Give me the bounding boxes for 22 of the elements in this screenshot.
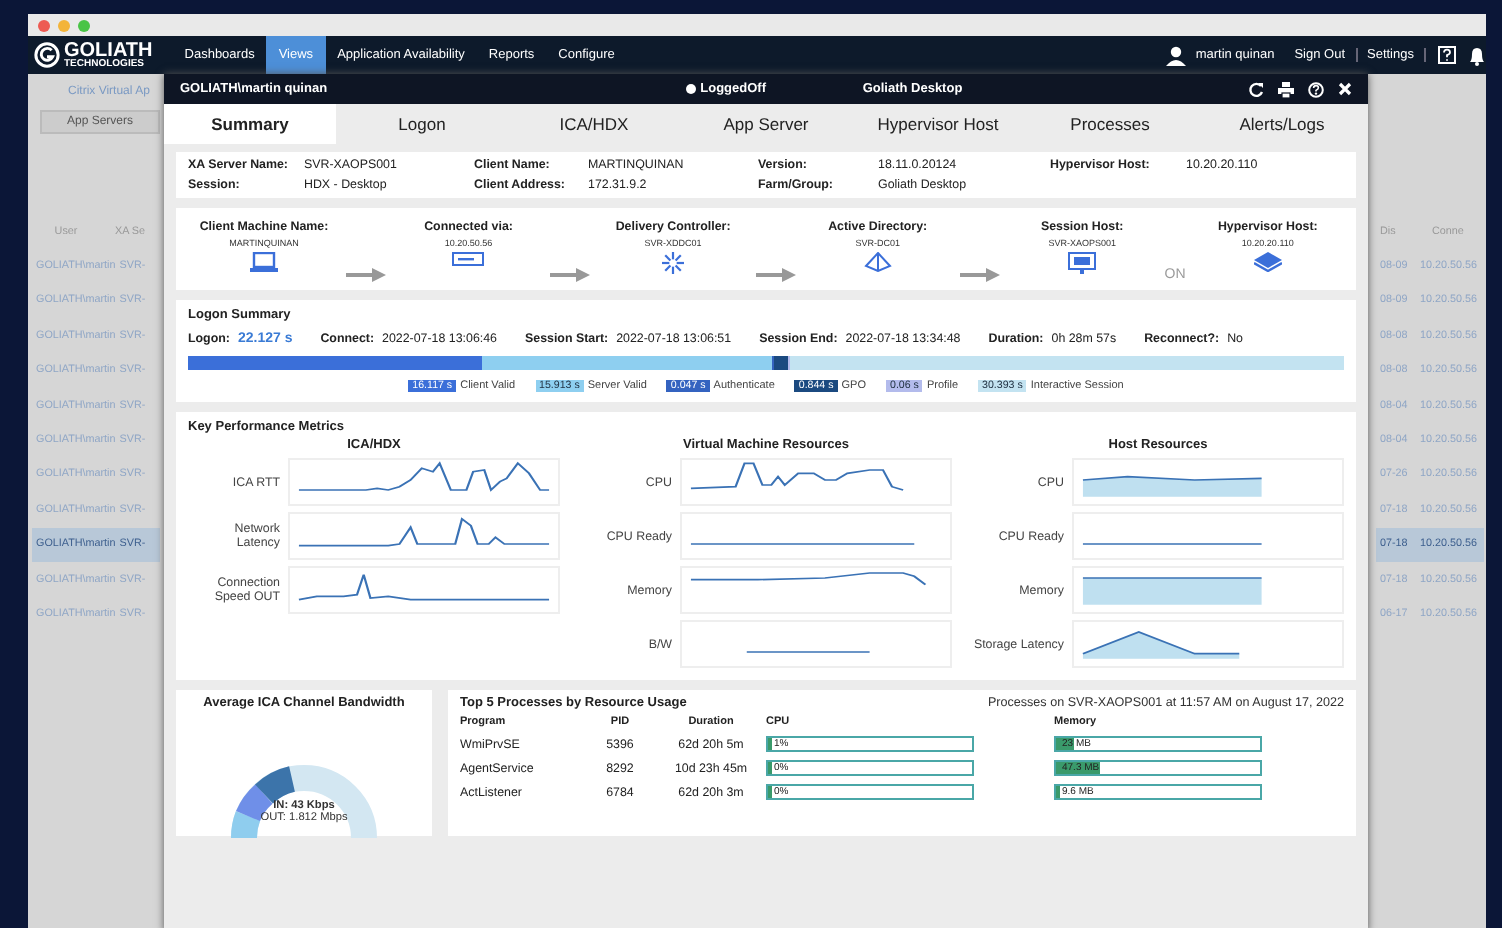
- user-icon: [1165, 45, 1186, 65]
- monitor-icon: [1068, 252, 1097, 274]
- arrow-icon: [550, 268, 591, 282]
- help-icon[interactable]: [1308, 81, 1324, 97]
- laptop-icon: [250, 252, 278, 272]
- arrow-icon: [755, 268, 796, 282]
- brand-name: GOLIATH: [64, 41, 153, 60]
- arrow-icon: [959, 268, 1000, 282]
- help-icon[interactable]: [1438, 46, 1456, 64]
- bell-icon[interactable]: [1468, 45, 1486, 65]
- pyramid-icon: [863, 252, 892, 272]
- status-dot-icon: [686, 84, 697, 94]
- sparkline: [745, 651, 871, 653]
- print-icon[interactable]: [1278, 81, 1294, 97]
- stack-icon: [1253, 252, 1282, 272]
- logo-icon: [34, 42, 60, 68]
- network-device-icon: [452, 252, 485, 266]
- tab[interactable]: Summary: [164, 104, 336, 144]
- close-icon[interactable]: [1338, 81, 1352, 95]
- refresh-icon[interactable]: [1248, 81, 1264, 97]
- starburst-icon: [662, 252, 685, 274]
- arrow-icon: [346, 268, 387, 282]
